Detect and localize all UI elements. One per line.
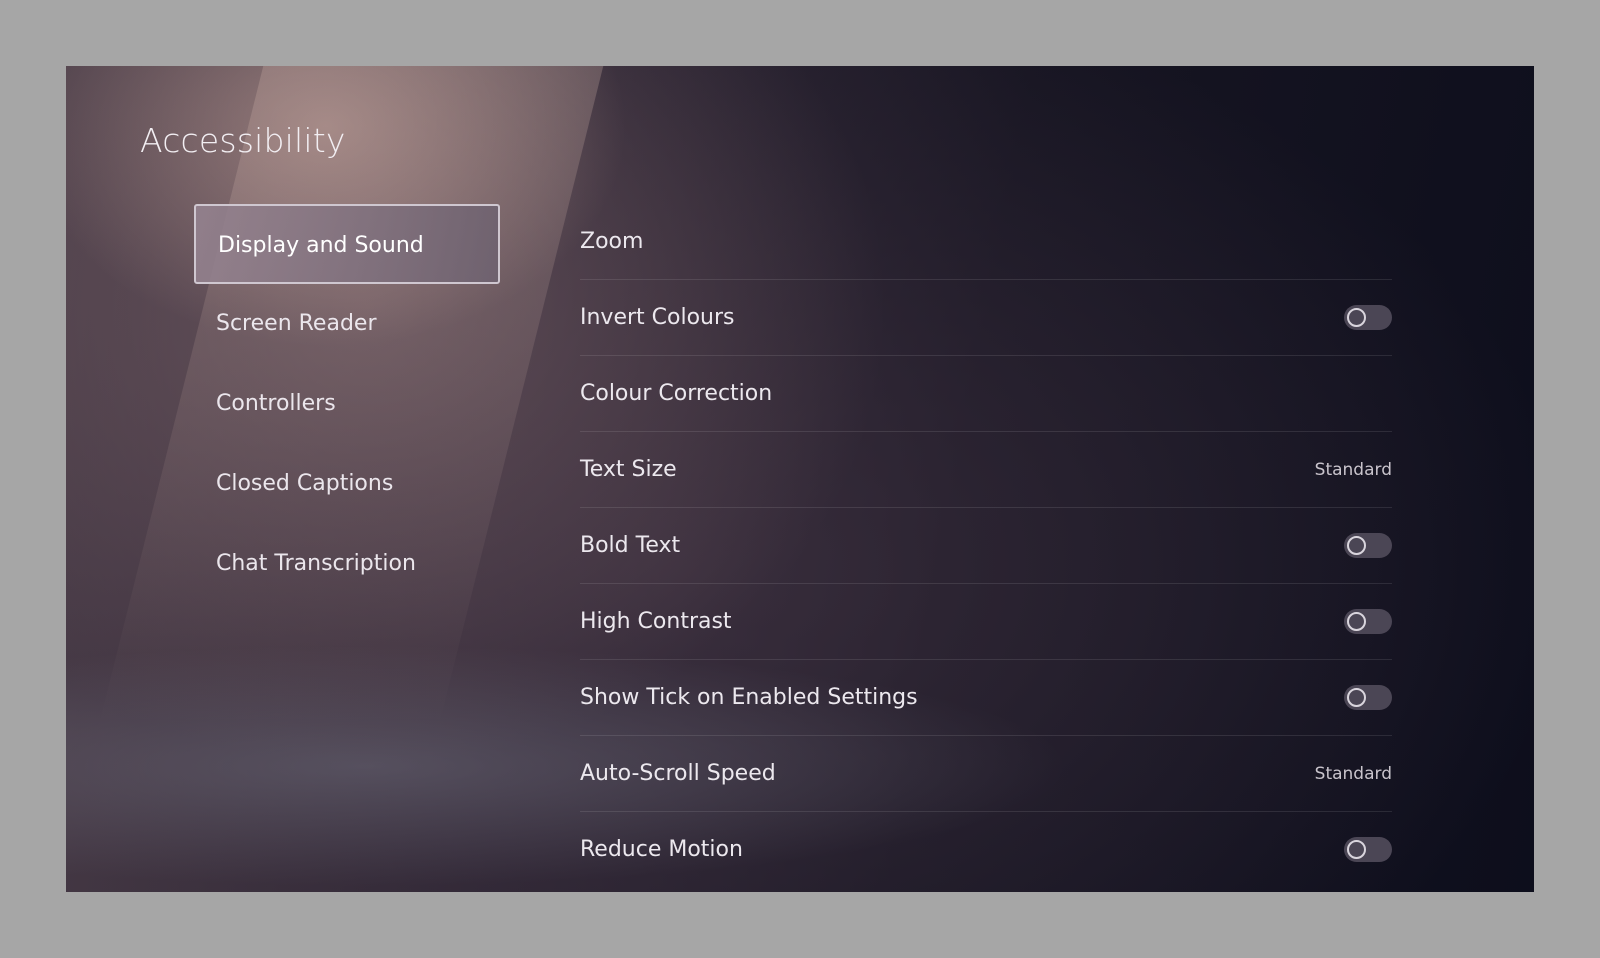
text-size-value: Standard [1314, 459, 1392, 480]
setting-label: Colour Correction [580, 381, 773, 406]
setting-row-invert-colours[interactable]: Invert Colours [580, 280, 1392, 356]
page-title: Accessibility [140, 121, 346, 160]
sidebar-item-controllers[interactable]: Controllers [194, 364, 500, 444]
category-sidebar: Display and Sound Screen Reader Controll… [194, 204, 500, 604]
setting-row-colour-correction[interactable]: Colour Correction [580, 356, 1392, 432]
setting-row-text-size[interactable]: Text Size Standard [580, 432, 1392, 508]
setting-row-reduce-motion[interactable]: Reduce Motion [580, 812, 1392, 887]
toggle-knob-icon [1347, 612, 1366, 631]
bold-text-toggle[interactable] [1344, 533, 1392, 558]
setting-label: Auto-Scroll Speed [580, 761, 776, 786]
setting-row-zoom[interactable]: Zoom [580, 204, 1392, 280]
toggle-knob-icon [1347, 308, 1366, 327]
toggle-knob-icon [1347, 688, 1366, 707]
sidebar-item-display-and-sound[interactable]: Display and Sound [194, 204, 500, 284]
settings-list: Zoom Invert Colours Colour Correction Te… [580, 204, 1392, 887]
setting-row-high-contrast[interactable]: High Contrast [580, 584, 1392, 660]
reduce-motion-toggle[interactable] [1344, 837, 1392, 862]
setting-row-show-tick[interactable]: Show Tick on Enabled Settings [580, 660, 1392, 736]
setting-label: Reduce Motion [580, 837, 743, 862]
auto-scroll-speed-value: Standard [1314, 763, 1392, 784]
show-tick-toggle[interactable] [1344, 685, 1392, 710]
setting-row-bold-text[interactable]: Bold Text [580, 508, 1392, 584]
setting-row-auto-scroll-speed[interactable]: Auto-Scroll Speed Standard [580, 736, 1392, 812]
toggle-knob-icon [1347, 536, 1366, 555]
setting-label: Text Size [580, 457, 677, 482]
setting-label: Bold Text [580, 533, 681, 558]
sidebar-item-closed-captions[interactable]: Closed Captions [194, 444, 500, 524]
setting-label: Show Tick on Enabled Settings [580, 685, 918, 710]
toggle-knob-icon [1347, 840, 1366, 859]
sidebar-item-screen-reader[interactable]: Screen Reader [194, 284, 500, 364]
setting-label: Zoom [580, 229, 644, 254]
setting-label: High Contrast [580, 609, 732, 634]
setting-label: Invert Colours [580, 305, 735, 330]
settings-screen: Accessibility Display and Sound Screen R… [66, 66, 1534, 892]
sidebar-item-chat-transcription[interactable]: Chat Transcription [194, 524, 500, 604]
invert-colours-toggle[interactable] [1344, 305, 1392, 330]
high-contrast-toggle[interactable] [1344, 609, 1392, 634]
